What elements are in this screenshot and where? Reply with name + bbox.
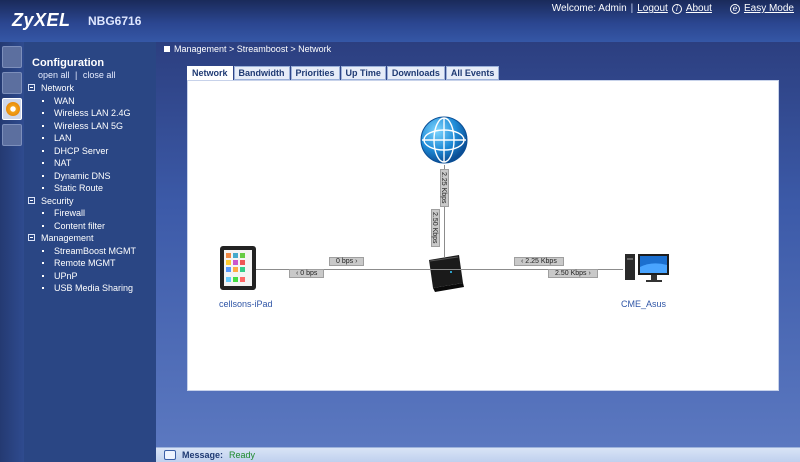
- bullet-icon: [42, 149, 44, 152]
- pc-device-icon[interactable]: [624, 252, 670, 286]
- nav-item-usb-media-sharing[interactable]: USB Media Sharing: [28, 282, 154, 295]
- configuration-gear-icon[interactable]: [2, 98, 22, 120]
- arrow-left-icon: ‹: [521, 258, 524, 265]
- network-map-panel: 2.25 Kbps 2.50 Kbps cellsons-iPad 0 bps …: [187, 80, 779, 391]
- sidebar: Configuration open all | close all Netwo…: [24, 42, 156, 462]
- internet-globe-icon[interactable]: [419, 115, 469, 165]
- nav-group-network[interactable]: Network: [28, 82, 154, 95]
- nav-item-nat[interactable]: NAT: [28, 157, 154, 170]
- easy-mode-icon[interactable]: e: [729, 3, 740, 14]
- tab-downloads[interactable]: Downloads: [386, 66, 445, 80]
- about-link[interactable]: About: [686, 3, 712, 14]
- internet-uplink-chip: 2.50 Kbps: [431, 209, 440, 247]
- sidebar-title: Configuration: [32, 57, 105, 69]
- ipad-downlink-chip: ‹ 0 bps: [289, 269, 325, 278]
- easy-mode-link[interactable]: Easy Mode: [744, 3, 794, 14]
- message-icon: [164, 450, 176, 460]
- bullet-icon: [42, 137, 44, 139]
- nav-group-security[interactable]: Security: [28, 195, 154, 208]
- nav-item-dhcp-server[interactable]: DHCP Server: [28, 145, 154, 158]
- message-status: Ready: [229, 450, 256, 460]
- ipad-label: cellsons-iPad: [219, 299, 273, 309]
- open-close-links: open all | close all: [38, 70, 116, 80]
- nav-group-management[interactable]: Management: [28, 232, 154, 245]
- bullet-icon: [42, 287, 44, 289]
- open-all-link[interactable]: open all: [38, 70, 70, 80]
- ipad-device-icon[interactable]: [219, 245, 257, 291]
- bullet-icon: [42, 187, 44, 189]
- breadcrumb-icon: [164, 46, 170, 52]
- nav-item-dynamic-dns[interactable]: Dynamic DNS: [28, 170, 154, 183]
- nav-item-remote-mgmt[interactable]: Remote MGMT: [28, 257, 154, 270]
- bullet-icon: [42, 249, 44, 252]
- sidebar-tree: Network WAN Wireless LAN 2.4G Wireless L…: [28, 82, 154, 295]
- tab-bar: Network Bandwidth Priorities Up Time Dow…: [187, 66, 500, 80]
- bullet-icon: [42, 212, 44, 214]
- tab-bandwidth[interactable]: Bandwidth: [233, 66, 290, 80]
- nav-item-static-route[interactable]: Static Route: [28, 182, 154, 195]
- arrow-left-icon: ‹: [296, 270, 299, 277]
- bullet-icon: [42, 112, 44, 114]
- pc-label: CME_Asus: [621, 299, 667, 309]
- bullet-icon: [42, 162, 44, 164]
- bullet-icon: [42, 99, 44, 102]
- internet-downlink-chip: 2.25 Kbps: [440, 169, 449, 207]
- brand-logo: ZyXEL: [12, 10, 71, 30]
- ipad-uplink-chip: 0 bps ›: [329, 257, 365, 266]
- nav-item-lan[interactable]: LAN: [28, 132, 154, 145]
- nav-item-wireless-lan-2g[interactable]: Wireless LAN 2.4G: [28, 107, 154, 120]
- monitor-mode-icon[interactable]: [2, 72, 22, 94]
- logout-link[interactable]: Logout: [637, 3, 668, 14]
- close-all-link[interactable]: close all: [83, 70, 116, 80]
- tab-all-events[interactable]: All Events: [445, 66, 500, 80]
- status-footer: Message: Ready: [156, 447, 800, 462]
- nav-item-content-filter[interactable]: Content filter: [28, 220, 154, 233]
- separator: |: [630, 3, 634, 14]
- bullet-icon: [42, 124, 44, 127]
- breadcrumb: Management > Streamboost > Network: [164, 44, 331, 54]
- mode-icon-strip: [0, 42, 24, 462]
- pc-inbound-chip: ‹ 2.25 Kbps: [514, 257, 564, 266]
- collapse-icon: [28, 234, 35, 241]
- collapse-icon: [28, 196, 35, 204]
- nav-item-wireless-lan-5g[interactable]: Wireless LAN 5G: [28, 120, 154, 133]
- bullet-icon: [42, 174, 44, 177]
- model-name: NBG6716: [88, 14, 142, 28]
- gear-icon: [6, 102, 20, 116]
- arrow-right-icon: ›: [588, 270, 591, 277]
- tab-priorities[interactable]: Priorities: [290, 66, 340, 80]
- status-mode-icon[interactable]: [2, 46, 22, 68]
- tab-network[interactable]: Network: [187, 66, 233, 80]
- header-bar: ZyXEL NBG6716 Welcome: Admin | Logout i …: [0, 0, 800, 42]
- arrow-right-icon: ›: [355, 258, 358, 265]
- bullet-icon: [42, 274, 44, 277]
- nav-item-firewall[interactable]: Firewall: [28, 207, 154, 220]
- pc-outbound-chip: 2.50 Kbps ›: [548, 269, 598, 278]
- nav-item-wan[interactable]: WAN: [28, 95, 154, 108]
- main-content: Management > Streamboost > Network Netwo…: [156, 42, 800, 447]
- breadcrumb-text: Management > Streamboost > Network: [174, 44, 332, 54]
- router-icon[interactable]: [423, 252, 467, 292]
- about-icon[interactable]: i: [671, 3, 682, 14]
- bullet-icon: [42, 224, 44, 227]
- tab-up-time[interactable]: Up Time: [340, 66, 386, 80]
- maintenance-mode-icon[interactable]: [2, 124, 22, 146]
- bullet-icon: [42, 262, 44, 264]
- message-label: Message:: [182, 450, 224, 460]
- nav-item-streamboost-mgmt[interactable]: StreamBoost MGMT: [28, 245, 154, 258]
- collapse-icon: [28, 84, 35, 91]
- nav-item-upnp[interactable]: UPnP: [28, 270, 154, 283]
- top-user-bar: Welcome: Admin | Logout i About e Easy M…: [552, 3, 794, 14]
- welcome-text: Welcome: Admin: [551, 3, 627, 14]
